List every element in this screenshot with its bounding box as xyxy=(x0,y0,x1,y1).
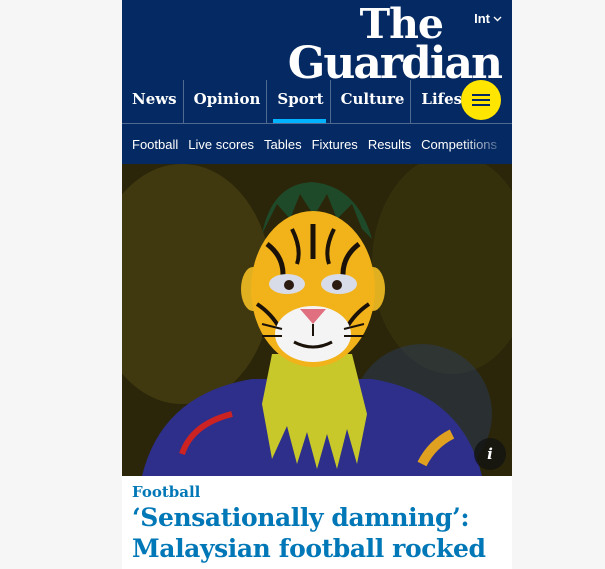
page: Int The Guardian News Opinion Sport Cult… xyxy=(122,0,512,569)
pillar-nav: News Opinion Sport Culture Lifestyle xyxy=(122,80,493,123)
pillar-sport[interactable]: Sport xyxy=(266,80,329,123)
pillar-culture[interactable]: Culture xyxy=(329,80,411,123)
subnav-football[interactable]: Football xyxy=(122,137,178,152)
hero-image: i xyxy=(122,164,512,476)
hamburger-icon xyxy=(472,91,490,109)
article-headline[interactable]: ‘Sensationally damning’: Malaysian footb… xyxy=(132,502,512,564)
face-paint-fan-illustration xyxy=(122,164,512,476)
subnav-live-scores[interactable]: Live scores xyxy=(178,137,254,152)
pillar-news[interactable]: News xyxy=(122,80,183,123)
pillar-opinion[interactable]: Opinion xyxy=(182,80,267,123)
logo-line-2: Guardian xyxy=(287,37,503,89)
subnav-results[interactable]: Results xyxy=(358,137,411,152)
menu-button[interactable] xyxy=(461,80,501,120)
sub-nav: Football Live scores Tables Fixtures Res… xyxy=(122,123,512,164)
image-info-button[interactable]: i xyxy=(474,438,506,470)
subnav-tables[interactable]: Tables xyxy=(254,137,302,152)
guardian-logo[interactable]: The Guardian xyxy=(287,2,503,89)
subnav-fixtures[interactable]: Fixtures xyxy=(302,137,358,152)
article-kicker[interactable]: Football xyxy=(132,483,200,501)
scroll-fade xyxy=(462,124,512,164)
masthead: Int The Guardian News Opinion Sport Cult… xyxy=(122,0,512,123)
